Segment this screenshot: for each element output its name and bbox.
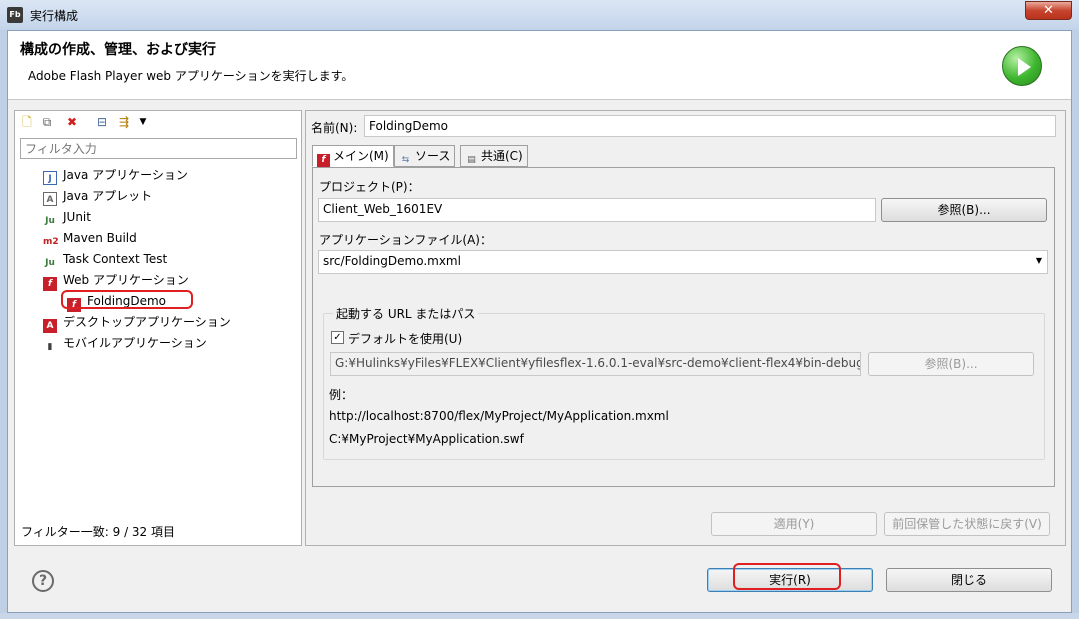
- tab-main[interactable]: f メイン(M): [312, 145, 394, 167]
- appfile-selected-value: src/FoldingDemo.mxml: [323, 254, 461, 268]
- tab-source[interactable]: ⇆ ソース: [394, 145, 456, 167]
- collapse-all-icon[interactable]: ⊟: [94, 114, 110, 130]
- tree-item-maven-build[interactable]: m2 Maven Build: [43, 228, 137, 248]
- header-description: Adobe Flash Player web アプリケーションを実行します。: [28, 69, 354, 83]
- bottom-frame-edge: [0, 613, 1079, 619]
- filter-count: フィルター一致: 9 / 32 項目: [21, 525, 176, 539]
- task-context-icon: Ju: [45, 258, 55, 268]
- use-default-label: デフォルトを使用(U): [348, 332, 463, 346]
- header-title: 構成の作成、管理、および実行: [20, 42, 216, 58]
- tree-item-label: Task Context Test: [63, 252, 168, 266]
- filter-configs-icon[interactable]: ⇶: [116, 114, 132, 130]
- run-configurations-dialog: 構成の作成、管理、および実行 Adobe Flash Player web アプ…: [7, 30, 1072, 613]
- tree-item-label: Java アプレット: [63, 189, 153, 203]
- tree-item-label: Java アプリケーション: [63, 168, 188, 182]
- appfile-select[interactable]: src/FoldingDemo.mxml ▼: [318, 250, 1048, 274]
- dropdown-chevron-down-icon: ▼: [1035, 256, 1042, 265]
- tab-common[interactable]: ▤ 共通(C): [460, 145, 528, 167]
- tree-item-label: デスクトップアプリケーション: [63, 315, 231, 329]
- tab-label: ソース: [415, 149, 451, 163]
- source-lookup-icon: ⇆: [401, 155, 410, 165]
- tab-label: 共通(C): [481, 149, 523, 163]
- tree-item-label: Maven Build: [63, 231, 137, 245]
- maven-icon: m2: [43, 237, 59, 247]
- config-tree-panel: 🗋 ⧉ ✖ ⊟ ⇶ ▼ J Java アプリケーション A Java アプレット J…: [14, 110, 302, 546]
- java-application-icon: J: [43, 171, 57, 185]
- common-settings-icon: ▤: [467, 155, 476, 165]
- config-editor-panel: 名前(N): FoldingDemo f メイン(M) ⇆ ソース ▤ 共通(C) プ…: [305, 110, 1066, 546]
- revert-button: 前回保管した状態に戻す(V): [884, 512, 1050, 536]
- window-title: 実行構成: [30, 9, 79, 23]
- main-tab-content: プロジェクト(P)： Client_Web_1601EV 参照(B)... アプ…: [312, 167, 1055, 487]
- window-close-button[interactable]: ✕: [1025, 1, 1072, 20]
- tree-item-web-application[interactable]: f Web アプリケーション: [43, 270, 189, 291]
- tree-item-label: JUnit: [63, 210, 91, 224]
- launch-url-group-title: 起動する URL またはパス: [333, 305, 479, 322]
- filter-input[interactable]: [20, 138, 297, 159]
- tree-item-label: Web アプリケーション: [63, 273, 189, 287]
- project-input[interactable]: Client_Web_1601EV: [318, 198, 876, 222]
- tree-item-java-applet[interactable]: A Java アプレット: [43, 186, 152, 206]
- appfile-label: アプリケーションファイル(A)：: [319, 233, 492, 247]
- config-name-input[interactable]: FoldingDemo: [364, 115, 1056, 137]
- tree-item-java-application[interactable]: J Java アプリケーション: [43, 165, 188, 185]
- tree-item-desktop-application[interactable]: A デスクトップアプリケーション: [43, 312, 231, 333]
- project-label: プロジェクト(P)：: [319, 180, 420, 194]
- run-button-highlight-annotation: [733, 563, 841, 590]
- duplicate-config-icon[interactable]: ⧉: [39, 114, 55, 130]
- example-label: 例：: [329, 388, 354, 402]
- filter-menu-chevron-down-icon[interactable]: ▼: [135, 114, 151, 130]
- tree-item-mobile-application[interactable]: ▮ モバイルアプリケーション: [43, 333, 207, 353]
- project-browse-button[interactable]: 参照(B)...: [881, 198, 1047, 222]
- launch-path-browse-button: 参照(B)...: [868, 352, 1034, 376]
- selection-highlight-annotation: [61, 290, 193, 309]
- tree-item-task-context-test[interactable]: Ju Task Context Test: [43, 249, 167, 269]
- java-applet-icon: A: [43, 192, 57, 206]
- delete-config-icon[interactable]: ✖: [64, 114, 80, 130]
- example-path: C:¥MyProject¥MyApplication.swf: [329, 432, 524, 446]
- title-bar: [0, 0, 1079, 30]
- close-button[interactable]: 閉じる: [886, 568, 1052, 592]
- dialog-header: 構成の作成、管理、および実行 Adobe Flash Player web アプ…: [8, 31, 1071, 100]
- flash-icon: f: [317, 154, 330, 167]
- use-default-checkbox[interactable]: ✓: [331, 331, 344, 344]
- new-config-icon[interactable]: 🗋: [19, 114, 35, 130]
- flash-builder-app-icon: Fb: [7, 7, 23, 23]
- flash-icon: f: [43, 277, 57, 291]
- air-icon: A: [43, 319, 57, 333]
- launch-path-input: G:¥Hulinks¥yFiles¥FLEX¥Client¥yfilesflex…: [330, 352, 861, 376]
- tree-item-junit[interactable]: Ju JUnit: [43, 207, 91, 227]
- tab-label: メイン(M): [333, 149, 389, 163]
- run-icon: [1002, 46, 1042, 86]
- mobile-device-icon: ▮: [47, 342, 53, 352]
- help-icon[interactable]: ?: [32, 570, 54, 592]
- tree-item-label: モバイルアプリケーション: [63, 336, 207, 350]
- name-label: 名前(N):: [311, 121, 358, 135]
- apply-button: 適用(Y): [711, 512, 877, 536]
- junit-icon: Ju: [45, 216, 55, 226]
- example-url: http://localhost:8700/flex/MyProject/MyA…: [329, 409, 669, 423]
